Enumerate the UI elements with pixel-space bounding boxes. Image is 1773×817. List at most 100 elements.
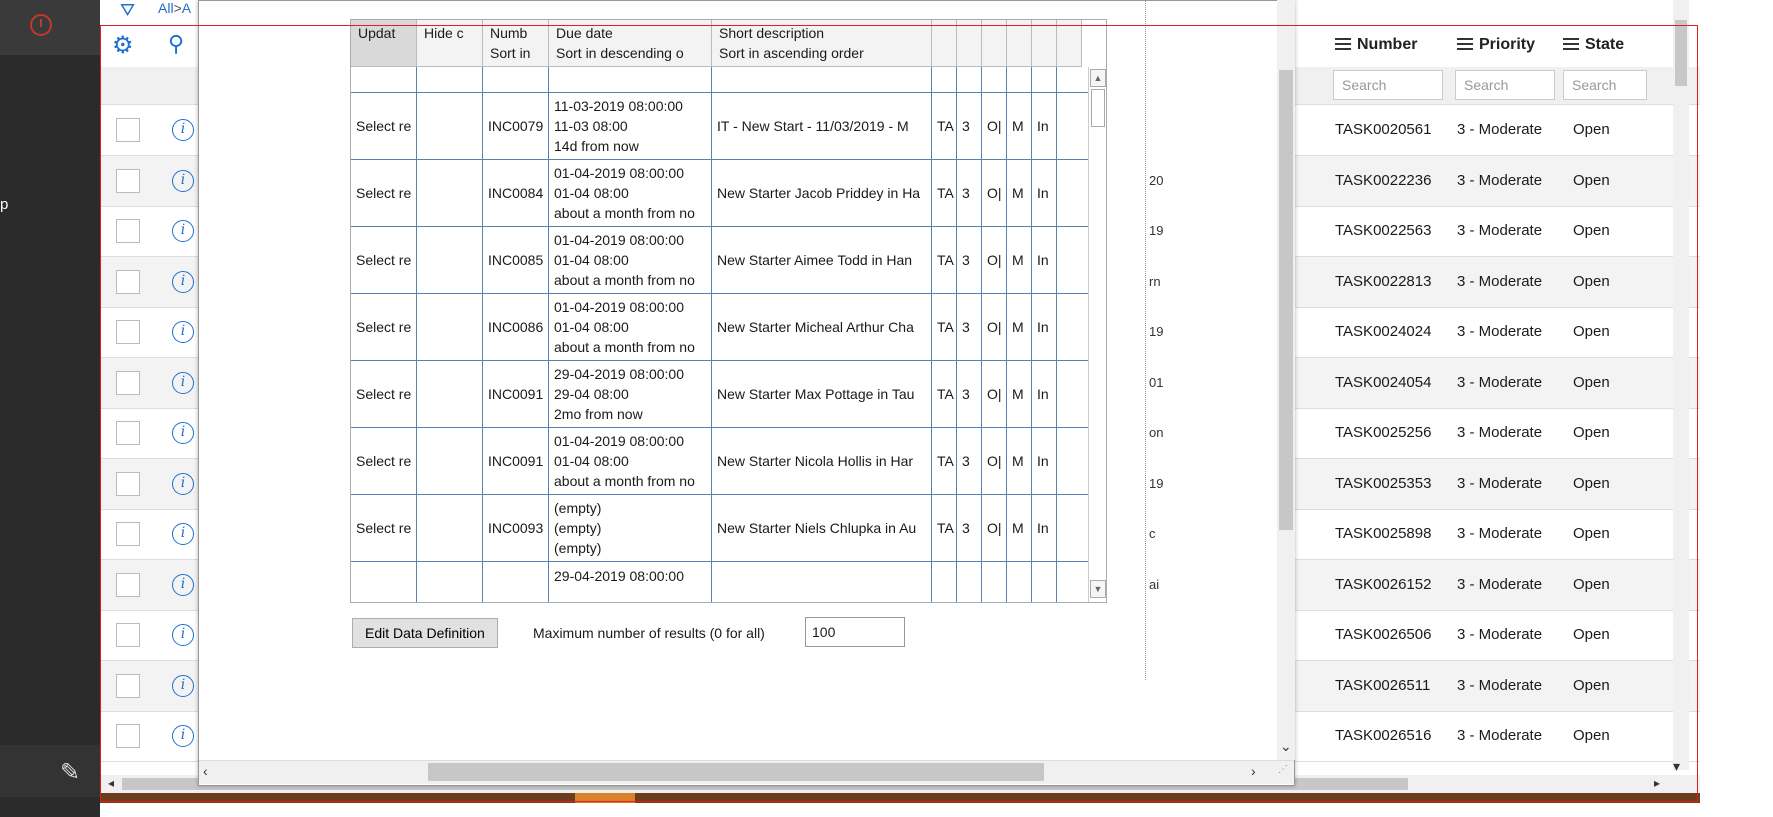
column-menu-icon[interactable] (1457, 38, 1473, 50)
table-cell[interactable]: Select re (351, 294, 417, 360)
edit-pencil-icon[interactable]: ✎ (60, 758, 80, 787)
info-icon[interactable]: i (172, 725, 194, 747)
table-header-cell[interactable] (1032, 20, 1057, 67)
table-header-cell[interactable] (957, 20, 982, 67)
table-cell[interactable] (351, 562, 417, 602)
info-icon[interactable]: i (172, 472, 194, 495)
info-icon[interactable]: i (172, 220, 194, 242)
max-results-input[interactable]: 100 (805, 617, 905, 647)
info-icon[interactable]: i (172, 523, 194, 545)
info-icon[interactable]: i (172, 119, 194, 141)
cell-number[interactable]: TASK0026152 (1335, 576, 1431, 593)
breadcrumb[interactable]: All>A (158, 0, 191, 16)
search-number-input[interactable]: Search (1333, 70, 1443, 100)
table-header-cell[interactable]: Numb Sort in (483, 20, 549, 67)
row-checkbox[interactable] (116, 118, 140, 142)
search-state-input[interactable]: Search (1563, 70, 1647, 100)
cell-number[interactable]: TASK0025898 (1335, 525, 1431, 542)
row-checkbox[interactable] (116, 623, 140, 647)
row-checkbox[interactable] (116, 269, 140, 294)
info-icon[interactable]: i (172, 624, 194, 646)
info-icon[interactable]: i (172, 321, 194, 343)
table-row[interactable]: Select re INC0091 01-04-2019 08:00:00 01-04… (351, 428, 1089, 495)
column-menu-icon[interactable] (1563, 38, 1579, 50)
column-header-priority[interactable]: Priority (1457, 36, 1535, 54)
row-checkbox[interactable] (116, 572, 140, 597)
table-cell[interactable]: Select re (351, 227, 417, 293)
table-scroll-thumb[interactable] (1091, 89, 1105, 127)
table-row[interactable]: 29-04-2019 08:00:00 (351, 562, 1089, 602)
cell-number[interactable]: TASK0026511 (1335, 677, 1430, 694)
row-checkbox[interactable] (116, 370, 140, 395)
row-checkbox[interactable] (116, 168, 140, 193)
dialog-scroll-right-icon[interactable]: › (1251, 763, 1256, 779)
cell-number[interactable]: TASK0022563 (1335, 222, 1431, 239)
breadcrumb-all[interactable]: All (158, 0, 174, 16)
table-row[interactable]: Select re INC0085 01-04-2019 08:00:00 01-04… (351, 227, 1089, 294)
cell-number[interactable]: TASK0025256 (1335, 424, 1431, 441)
table-vertical-scrollbar[interactable]: ▲ ▼ (1088, 67, 1106, 602)
resize-grip-icon[interactable]: ⋰ (1278, 764, 1288, 775)
cell-number[interactable]: TASK0020561 (1335, 121, 1431, 138)
dialog-scroll-down-icon[interactable]: ⌄ (1280, 738, 1292, 755)
row-checkbox[interactable] (116, 724, 140, 748)
table-cell[interactable]: Select re (351, 428, 417, 494)
table-cell[interactable]: Select re (351, 93, 417, 159)
table-row[interactable]: Select re INC0093 (empty) (empty) (empty) New… (351, 495, 1089, 562)
info-icon[interactable]: i (172, 674, 194, 697)
dialog-scroll-left-icon[interactable]: ‹ (203, 763, 208, 779)
cell-number[interactable]: TASK0022236 (1335, 172, 1431, 189)
info-icon[interactable]: i (172, 573, 194, 596)
nav-item-label[interactable]: p (0, 196, 8, 213)
cell-number[interactable]: TASK0026516 (1335, 727, 1431, 744)
scroll-left-arrow-icon[interactable]: ◂ (108, 776, 114, 790)
table-row[interactable]: Select re INC0091 29-04-2019 08:00:00 29-04… (351, 361, 1089, 428)
info-icon[interactable]: i (172, 371, 194, 394)
row-checkbox[interactable] (116, 421, 140, 445)
page-vertical-scrollbar[interactable] (1673, 0, 1689, 770)
page-vertical-scroll-thumb[interactable] (1675, 20, 1687, 86)
table-row[interactable]: Select re INC0084 01-04-2019 08:00:00 01-04… (351, 160, 1089, 227)
table-row[interactable]: Select re INC0079 11-03-2019 08:00:00 11-03… (351, 93, 1089, 160)
row-checkbox[interactable] (116, 219, 140, 243)
table-header-cell[interactable] (982, 20, 1007, 67)
row-checkbox[interactable] (116, 320, 140, 344)
table-header-cell[interactable]: Short description Sort in ascending order (712, 20, 932, 67)
table-scroll-down-icon[interactable]: ▼ (1090, 580, 1106, 598)
breadcrumb-rest[interactable]: A (182, 0, 191, 16)
row-checkbox[interactable] (116, 673, 140, 698)
info-icon[interactable]: i (172, 270, 194, 293)
table-header-cell[interactable] (1057, 20, 1082, 67)
column-header-state[interactable]: State (1563, 36, 1624, 54)
info-icon[interactable]: i (172, 422, 194, 444)
cell-number[interactable]: TASK0025353 (1335, 475, 1431, 492)
row-checkbox[interactable] (116, 471, 140, 496)
table-header-cell[interactable] (1007, 20, 1032, 67)
table-header-cell[interactable]: Hide c (417, 20, 483, 67)
history-clock-icon[interactable] (30, 14, 52, 36)
scroll-down-arrow-icon[interactable]: ▾ (1673, 758, 1680, 775)
filter-icon[interactable]: ⛛ (120, 0, 135, 21)
cell-number[interactable]: TASK0022813 (1335, 273, 1431, 290)
scroll-right-arrow-icon[interactable]: ▸ (1654, 776, 1660, 790)
gear-icon[interactable]: ⚙ (112, 31, 134, 60)
edit-data-definition-button[interactable]: Edit Data Definition (352, 618, 498, 648)
column-header-number[interactable]: Number (1335, 36, 1417, 54)
cell-number[interactable]: TASK0024024 (1335, 323, 1431, 340)
cell-number[interactable]: TASK0024054 (1335, 374, 1431, 391)
dialog-horizontal-scroll-thumb[interactable] (428, 763, 1044, 781)
search-icon[interactable]: ⚲ (168, 31, 184, 57)
table-header-cell[interactable]: Updat (351, 20, 417, 67)
table-cell[interactable]: Select re (351, 361, 417, 427)
table-cell[interactable]: Select re (351, 495, 417, 561)
table-scroll-up-icon[interactable]: ▲ (1090, 69, 1106, 87)
table-row[interactable]: Select re INC0086 01-04-2019 08:00:00 01-04… (351, 294, 1089, 361)
row-checkbox[interactable] (116, 522, 140, 546)
column-menu-icon[interactable] (1335, 38, 1351, 50)
search-priority-input[interactable]: Search (1455, 70, 1555, 100)
table-cell[interactable]: Select re (351, 160, 417, 226)
table-header-cell[interactable]: Due date Sort in descending o (549, 20, 712, 67)
table-header-cell[interactable] (932, 20, 957, 67)
cell-number[interactable]: TASK0026506 (1335, 626, 1431, 643)
dialog-vertical-scroll-thumb[interactable] (1279, 70, 1293, 530)
